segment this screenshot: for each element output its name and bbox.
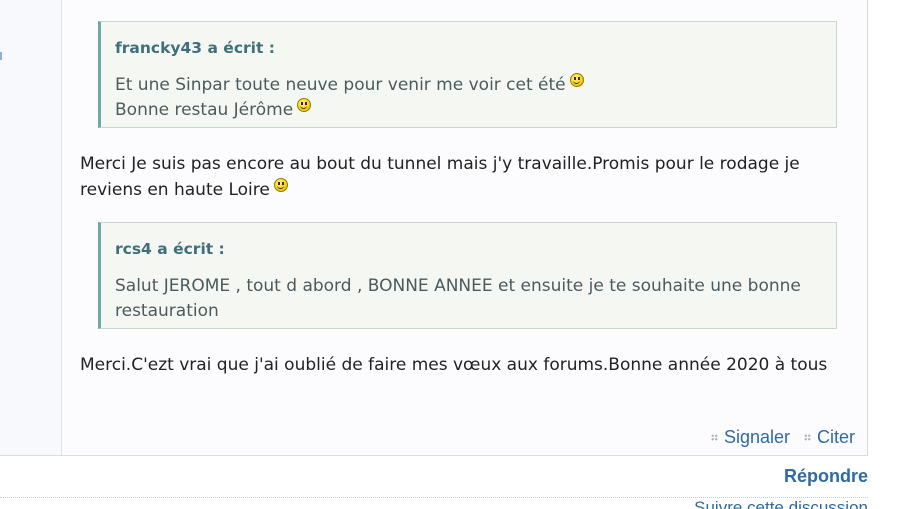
smiley-icon bbox=[569, 73, 584, 87]
quote-button[interactable]: Citer bbox=[803, 427, 855, 448]
smiley-icon bbox=[273, 178, 288, 192]
quote-block: rcs4 a écrit : Salut JEROME , tout d abo… bbox=[98, 222, 837, 329]
quote-line: Et une Sinpar toute neuve pour venir me … bbox=[115, 73, 815, 98]
smiley-icon bbox=[297, 98, 312, 112]
dots-grip-icon bbox=[710, 434, 718, 441]
quote-text: Et une Sinpar toute neuve pour venir me … bbox=[115, 73, 815, 123]
sidebar-accent bbox=[0, 52, 5, 60]
quote-line-text: Bonne restau Jérôme bbox=[115, 100, 294, 120]
follow-thread-link[interactable]: Suivre cette discussion bbox=[694, 498, 868, 509]
report-button[interactable]: Signaler bbox=[710, 427, 790, 448]
post-message: Merci.C'ezt vrai que j'ai oublié de fair… bbox=[80, 355, 828, 375]
post-author-sidebar bbox=[0, 0, 62, 455]
reply-button[interactable]: Répondre bbox=[784, 466, 868, 487]
forum-post: francky43 a écrit : Et une Sinpar toute … bbox=[0, 0, 868, 456]
post-message: Merci Je suis pas encore au bout du tunn… bbox=[80, 151, 860, 203]
quote-author: francky43 a écrit : bbox=[115, 39, 275, 57]
quote-line-text: Et une Sinpar toute neuve pour venir me … bbox=[115, 75, 566, 95]
post-message-text: Merci Je suis pas encore au bout du tunn… bbox=[80, 154, 800, 200]
report-label: Signaler bbox=[723, 427, 790, 447]
quote-author: rcs4 a écrit : bbox=[115, 240, 225, 258]
quote-label: Citer bbox=[816, 427, 855, 447]
quote-block: francky43 a écrit : Et une Sinpar toute … bbox=[98, 21, 837, 128]
dots-grip-icon bbox=[803, 434, 811, 441]
quote-text: Salut JEROME , tout d abord , BONNE ANNE… bbox=[115, 276, 801, 321]
post-actions: Signaler Citer bbox=[710, 427, 855, 448]
quote-line: Bonne restau Jérôme bbox=[115, 98, 815, 123]
forum-page: francky43 a écrit : Et une Sinpar toute … bbox=[0, 0, 897, 509]
